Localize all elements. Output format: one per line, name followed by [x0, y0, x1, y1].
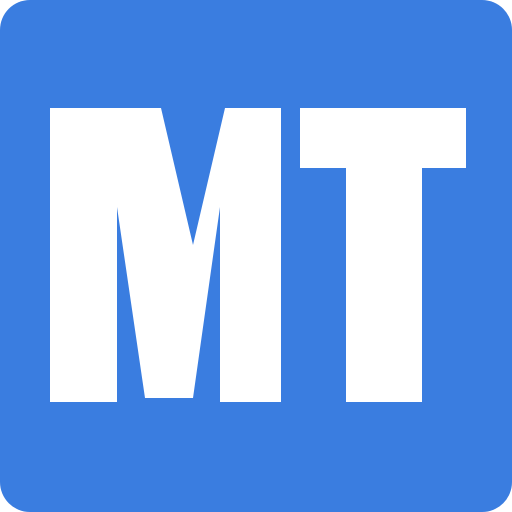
app-icon: MT	[0, 0, 512, 512]
monogram-letter-m	[50, 108, 281, 402]
monogram-logo	[50, 108, 466, 402]
